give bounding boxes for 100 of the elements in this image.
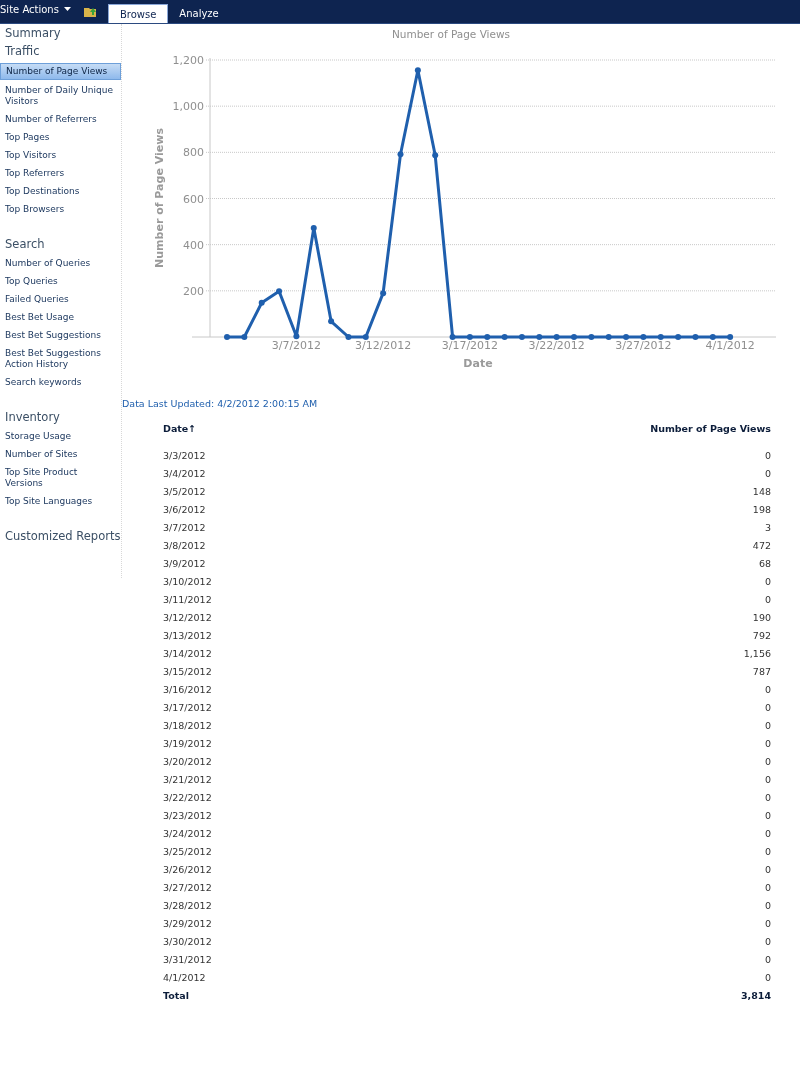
table-cell-text: 3/19/2012	[163, 736, 213, 751]
caret-icon	[63, 7, 71, 11]
table-cell-text: 3/27/2012	[163, 880, 213, 895]
nav-item[interactable]: Top Site Languages	[0, 494, 121, 509]
nav-item[interactable]: Best Bet Suggestions	[0, 328, 121, 343]
table-cell-text: 3/9/2012	[163, 556, 207, 571]
nav-item[interactable]: Failed Queries	[0, 292, 121, 307]
nav-item[interactable]: Number of Referrers	[0, 112, 121, 127]
data-point	[727, 334, 734, 340]
data-point	[588, 334, 595, 340]
data-point	[224, 334, 230, 340]
axis-tick-label: 400	[183, 238, 204, 252]
data-point	[501, 334, 508, 340]
folder-upload-icon[interactable]	[83, 5, 98, 17]
axis-title: Date	[463, 357, 493, 370]
table-cell-text: 3/14/2012	[163, 646, 213, 661]
table-cell-text: 148	[751, 484, 771, 499]
table-cell-text: 3/3/2012	[163, 448, 207, 463]
table-cell-text: 3/24/2012	[163, 826, 213, 841]
nav-heading[interactable]: Inventory	[0, 408, 121, 426]
nav-item[interactable]: Number of Sites	[0, 447, 121, 462]
nav-item[interactable]: Top Site Product Versions	[0, 465, 121, 491]
data-point	[536, 334, 543, 340]
table-cell-text: 0	[763, 736, 771, 751]
table-cell-text: 0	[763, 916, 771, 931]
table-cell-text: 3/30/2012	[163, 934, 213, 949]
axis-tick-label: 3/27/2012	[615, 339, 672, 352]
table-cell-text: 472	[751, 538, 771, 553]
table-cell-text: 3/22/2012	[163, 790, 213, 805]
table-cell-text: 3/8/2012	[163, 538, 207, 553]
nav-item[interactable]: Number of Page Views	[0, 63, 121, 80]
table-cell-text: 3/26/2012	[163, 862, 213, 877]
table-cell-text: 0	[763, 880, 771, 895]
nav-heading[interactable]: Summary	[0, 24, 121, 42]
nav-item[interactable]: Best Bet Usage	[0, 310, 121, 325]
table-cell-text: 0	[763, 970, 771, 985]
table-cell-text: 3/20/2012	[163, 754, 213, 769]
table-cell-text: 0	[763, 700, 771, 715]
data-point	[553, 334, 560, 340]
ribbon-tab[interactable]: Analyze	[168, 4, 230, 23]
table-cell-text: 792	[751, 628, 771, 643]
data-point	[414, 67, 421, 74]
table-cell-text: 0	[763, 718, 771, 733]
total-value: 3,814	[739, 988, 771, 1003]
table-cell-text: 3/28/2012	[163, 898, 213, 913]
data-point	[380, 290, 387, 297]
data-point	[345, 334, 352, 340]
nav-item[interactable]: Storage Usage	[0, 429, 121, 444]
column-header[interactable]: Number of Page Views	[337, 423, 771, 446]
data-point	[484, 334, 491, 340]
table-cell-text: 3/23/2012	[163, 808, 213, 823]
site-actions-menu[interactable]: Site Actions	[0, 0, 75, 23]
data-point	[709, 334, 716, 340]
nav-item[interactable]: Top Browsers	[0, 202, 121, 217]
data-point	[518, 334, 525, 340]
nav-item[interactable]: Search keywords	[0, 375, 121, 390]
nav-item[interactable]: Top Destinations	[0, 184, 121, 199]
nav-item[interactable]: Number of Queries	[0, 256, 121, 271]
table-cell-text: 4/1/2012	[163, 970, 207, 985]
table-cell-text: 3/7/2012	[163, 520, 207, 535]
table-cell-text: 3/18/2012	[163, 718, 213, 733]
column-header[interactable]: Date↑	[163, 423, 338, 446]
nav-item[interactable]: Top Referrers	[0, 166, 121, 181]
nav-item[interactable]: Top Queries	[0, 274, 121, 289]
table-cell-text: 0	[763, 808, 771, 823]
total-label: Total	[163, 988, 190, 1003]
table-cell-text: 3/4/2012	[163, 466, 207, 481]
axis-tick-label: 3/17/2012	[441, 339, 499, 352]
table-cell-text: 3/17/2012	[163, 700, 213, 715]
nav-heading[interactable]: Traffic	[0, 42, 121, 60]
data-point	[623, 334, 630, 340]
table-cell-text: 0	[763, 772, 771, 787]
data-point	[640, 334, 647, 340]
nav-item[interactable]: Number of Daily Unique Visitors	[0, 83, 121, 109]
table-cell-text: 3/29/2012	[163, 916, 213, 931]
nav-item[interactable]: Top Visitors	[0, 148, 121, 163]
nav-heading[interactable]: Customized Reports	[0, 527, 121, 545]
nav-item[interactable]: Top Pages	[0, 130, 121, 145]
table-cell-text: 3	[763, 520, 771, 535]
table-cell-text: 787	[751, 664, 771, 679]
data-point	[241, 334, 248, 340]
data-point	[362, 334, 369, 340]
table-cell-text: 0	[763, 592, 771, 607]
table-cell-text: 190	[751, 610, 771, 625]
table-cell-text: 198	[751, 502, 771, 517]
table-cell-text: 3/11/2012	[163, 592, 213, 607]
table-cell-text: 0	[763, 682, 771, 697]
data-point	[293, 333, 300, 340]
nav-heading[interactable]: Search	[0, 235, 121, 253]
table-cell-text: 0	[763, 898, 771, 913]
table-cell-text: 3/16/2012	[163, 682, 213, 697]
table-cell-text: 0	[763, 934, 771, 949]
ribbon-tab[interactable]: Browse	[107, 4, 169, 23]
table-cell-text: 3/15/2012	[163, 664, 213, 679]
table-cell-text: 0	[763, 448, 771, 463]
table-cell-text: 0	[763, 790, 771, 805]
axis-tick-label: 3/22/2012	[528, 339, 585, 352]
nav-item[interactable]: Best Bet Suggestions Action History	[0, 346, 121, 372]
axis-tick-label: 1,000	[172, 100, 204, 114]
axis-tick-label: 3/12/2012	[354, 339, 412, 352]
